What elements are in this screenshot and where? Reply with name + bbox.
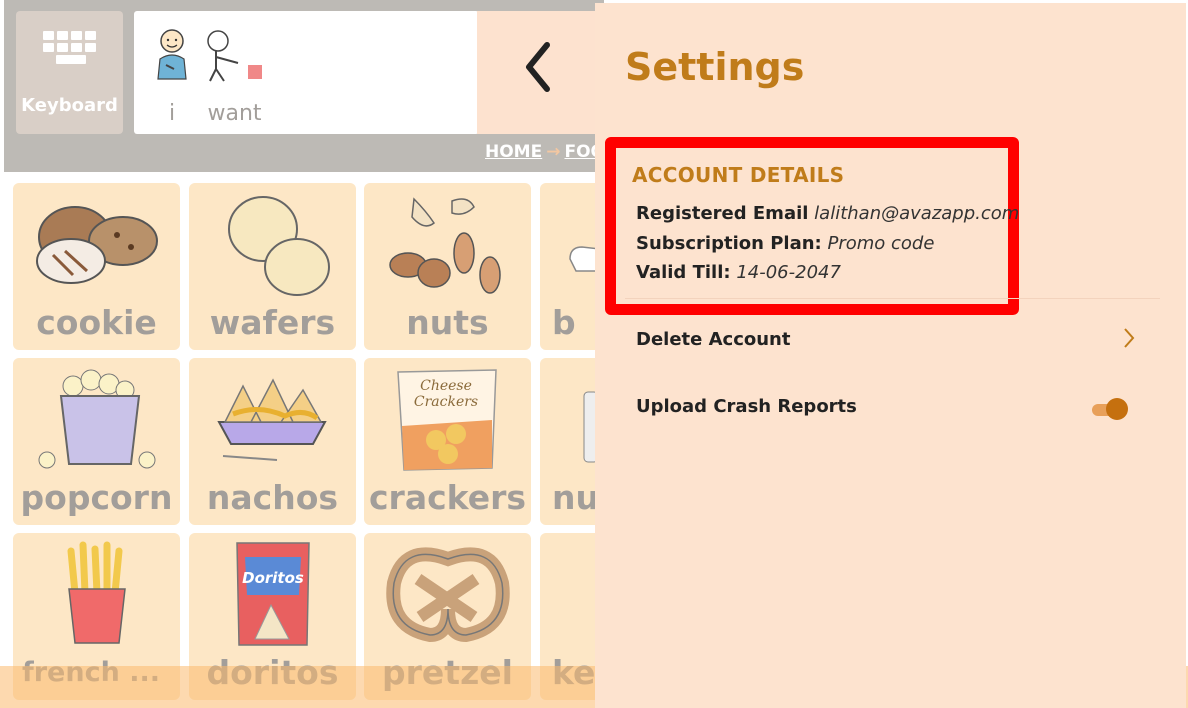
keyboard-icon [43, 31, 97, 79]
cookie-icon [36, 206, 158, 284]
crackers-icon: Cheese Crackers [397, 369, 497, 471]
tile-label: popcorn [20, 478, 173, 517]
subscription-plan-row: Subscription Plan: Promo code [636, 233, 934, 254]
subscription-plan-label: Subscription Plan: [636, 233, 822, 254]
french-fries-icon [67, 541, 126, 644]
tile-label: crackers [368, 478, 527, 517]
tile-nachos[interactable]: nachos [189, 358, 356, 525]
breadcrumb-arrow-icon: → [546, 142, 561, 162]
tile-wafers[interactable]: wafers [189, 183, 356, 350]
tile-label: wafers [209, 303, 336, 342]
sentence-bar[interactable]: i want [134, 11, 479, 134]
valid-till-value: 14-06-2047 [736, 262, 841, 283]
tile-popcorn[interactable]: popcorn [13, 358, 180, 525]
wafers-icon [228, 196, 330, 296]
sentence-word: i [168, 101, 176, 126]
pretzel-icon [386, 547, 510, 643]
account-details-heading: ACCOUNT DETAILS [632, 163, 845, 187]
subscription-plan-value: Promo code [827, 233, 935, 254]
breadcrumb-home[interactable]: HOME [485, 142, 542, 162]
registered-email-value: lalithan@avazapp.com [814, 203, 1020, 224]
app: Keyboard i want HOME → FOO cookie wafers… [0, 0, 1188, 708]
upload-crash-reports-label: Upload Crash Reports [636, 396, 857, 417]
chevron-right-icon [1124, 328, 1135, 348]
chevron-left-icon [526, 42, 550, 92]
settings-panel: Settings ACCOUNT DETAILS Registered Emai… [595, 3, 1186, 708]
keyboard-button[interactable]: Keyboard [16, 11, 123, 134]
svg-text:Doritos: Doritos [242, 569, 304, 587]
person-pointing-self-icon [157, 29, 187, 80]
tile-crackers[interactable]: Cheese Crackers crackers [364, 358, 531, 525]
sentence-symbol-want[interactable]: want [202, 29, 267, 126]
person-reaching-icon [207, 30, 262, 82]
svg-text:Cheese: Cheese [420, 378, 472, 394]
sentence-word: want [207, 101, 262, 126]
tile-label: nuts [406, 303, 489, 342]
nuts-icon [389, 197, 501, 294]
delete-account-row[interactable]: Delete Account [636, 319, 1142, 359]
delete-account-label: Delete Account [636, 329, 791, 350]
toggle-knob [1106, 398, 1128, 420]
sentence-symbol-i[interactable]: i [152, 29, 192, 126]
tile-label: cookie [36, 303, 157, 342]
breadcrumb: HOME → FOO [485, 142, 605, 162]
tile-cookie[interactable]: cookie [13, 183, 180, 350]
svg-text:Crackers: Crackers [414, 394, 478, 410]
back-button[interactable] [477, 11, 600, 134]
popcorn-icon [38, 369, 156, 469]
upload-crash-reports-toggle[interactable] [1092, 398, 1128, 420]
tile-label: nachos [206, 478, 339, 517]
keyboard-label: Keyboard [21, 95, 118, 116]
registered-email-row: Registered Email lalithan@avazapp.com [636, 203, 1019, 224]
divider [625, 298, 1160, 299]
settings-title: Settings [625, 45, 805, 89]
registered-email-label: Registered Email [636, 203, 809, 224]
tile-nuts[interactable]: nuts [364, 183, 531, 350]
nachos-icon [217, 378, 327, 461]
valid-till-label: Valid Till: [636, 262, 731, 283]
doritos-icon: Doritos [236, 542, 310, 646]
upload-crash-reports-row: Upload Crash Reports [636, 386, 1142, 426]
valid-till-row: Valid Till: 14-06-2047 [636, 262, 841, 283]
